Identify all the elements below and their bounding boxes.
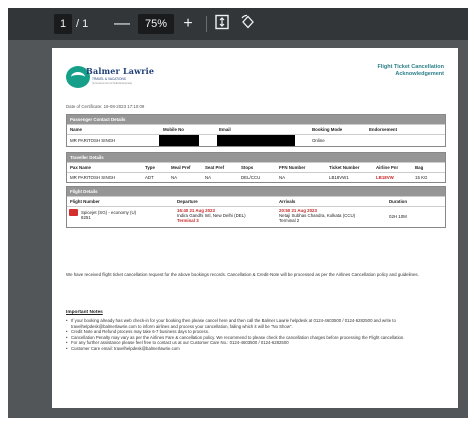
booking-mode: Online: [312, 138, 325, 143]
col-ffn: FFN Number: [279, 165, 306, 170]
col-ticket: Ticket Number: [329, 165, 360, 170]
traveller-heading: Traveller Details: [67, 153, 445, 162]
pax-type: ADT: [145, 175, 154, 180]
col-type: Type: [145, 165, 155, 170]
logo-subtitle: TRAVEL & VACATIONS: [92, 77, 126, 81]
airline-info: Spicejet (SG) - economy (U) 8251: [81, 210, 136, 220]
ticket-number: LB18VW1: [329, 175, 349, 180]
col-bag: Bag: [415, 165, 424, 170]
col-pax-name: Pax Name: [70, 165, 91, 170]
notes-heading: Important Notes: [66, 310, 103, 315]
zoom-level-input[interactable]: 75%: [138, 14, 174, 34]
rotate-icon[interactable]: [240, 14, 258, 34]
note-item: Customer Care email: travelhelpdesk@balm…: [66, 346, 444, 352]
passenger-section: Passenger Contact Details Name Mobile No…: [66, 114, 446, 147]
col-flight-number: Flight Number: [70, 199, 100, 204]
flight-heading: Flight Details: [67, 187, 445, 196]
departure-info: 16:40 21 Aug 2023 Indira Gandhi Intl, Ne…: [177, 208, 246, 224]
logo-name: Balmer Lawrie: [86, 66, 155, 76]
arrival-terminal: Terminal 2: [279, 218, 300, 224]
seat-pref: NA: [205, 175, 212, 180]
col-departure: Departure: [177, 199, 198, 204]
flight-header-row: Flight Number Departure Arrivals Duratio…: [67, 196, 445, 206]
toolbar-divider: [206, 16, 207, 32]
page-total: / 1: [76, 18, 89, 30]
viewer-toolbar: 1 / 1 — 75% +: [8, 8, 468, 40]
traveller-row: MR PARITOSH SINGH ADT NA NA DEL/CCU NA L…: [67, 172, 445, 182]
col-mobile: Mobile No: [163, 127, 184, 132]
note-item: If your booking already has web check-in…: [66, 318, 444, 329]
flight-section: Flight Details Flight Number Departure A…: [66, 186, 446, 228]
document-title: Flight Ticket Cancellation Acknowledgeme…: [377, 64, 444, 78]
pdf-viewer: 1 / 1 — 75% + Balmer Lawrie TRAVEL & VAC…: [8, 8, 468, 418]
col-stops: Stops: [241, 165, 254, 170]
passenger-name: MR PARITOSH SINGH: [70, 138, 116, 143]
passenger-row: MR PARITOSH SINGH Online: [67, 134, 445, 146]
pax-name: MR PARITOSH SINGH: [70, 175, 116, 180]
stops: DEL/CCU: [241, 175, 261, 180]
col-airline-pnr: Airline Pnr: [376, 165, 399, 170]
passenger-heading: Passenger Contact Details: [67, 115, 445, 124]
departure-terminal: Terminal 3: [177, 218, 199, 224]
flight-duration: 02H 10M: [389, 214, 407, 219]
airline-pnr: LB18VW: [376, 175, 394, 180]
title-line-1: Flight Ticket Cancellation: [377, 64, 444, 70]
traveller-header-row: Pax Name Type Meal Pref Seat Pref Stops …: [67, 162, 445, 172]
passenger-header-row: Name Mobile No Email Booking Mode Endors…: [67, 124, 445, 134]
spicejet-logo-icon: [69, 209, 78, 216]
page-number-input[interactable]: 1: [54, 14, 72, 34]
col-email: Email: [219, 127, 231, 132]
notes-list: If your booking already has web check-in…: [66, 318, 444, 352]
col-booking-mode: Booking Mode: [312, 127, 343, 132]
col-endorsement: Endorsement: [369, 127, 398, 132]
col-arrivals: Arrivals: [279, 199, 296, 204]
company-logo: Balmer Lawrie TRAVEL & VACATIONS (A Gove…: [66, 64, 158, 92]
cancellation-message: We have received flight ticket cancellat…: [66, 272, 419, 277]
col-name: Name: [70, 127, 82, 132]
zoom-in-button[interactable]: +: [180, 14, 196, 34]
col-meal: Meal Pref: [171, 165, 191, 170]
arrival-info: 20:50 21 Aug 2023 Netaji Subhas Chandra,…: [279, 208, 355, 224]
meal-pref: NA: [171, 175, 178, 180]
document-page: Balmer Lawrie TRAVEL & VACATIONS (A Gove…: [52, 48, 458, 408]
certificate-date: Date of Certificate: 19-08-2023 17:10:09: [66, 104, 145, 109]
flight-code: 8251: [81, 215, 91, 221]
zoom-out-button[interactable]: —: [114, 14, 130, 34]
flight-row: Spicejet (SG) - economy (U) 8251 16:40 2…: [67, 206, 445, 227]
email-redacted: [217, 135, 295, 146]
col-duration: Duration: [389, 199, 408, 204]
col-seat: Seat Pref: [205, 165, 225, 170]
logo-tagline: (A Government of India Enterprise): [92, 82, 133, 85]
fit-to-page-icon[interactable]: [214, 14, 232, 34]
traveller-section: Traveller Details Pax Name Type Meal Pre…: [66, 152, 446, 183]
bag-allowance: 15 KG: [415, 175, 428, 180]
title-line-2: Acknowledgement: [395, 71, 444, 77]
ffn-number: NA: [279, 175, 286, 180]
mobile-redacted: [159, 135, 199, 146]
